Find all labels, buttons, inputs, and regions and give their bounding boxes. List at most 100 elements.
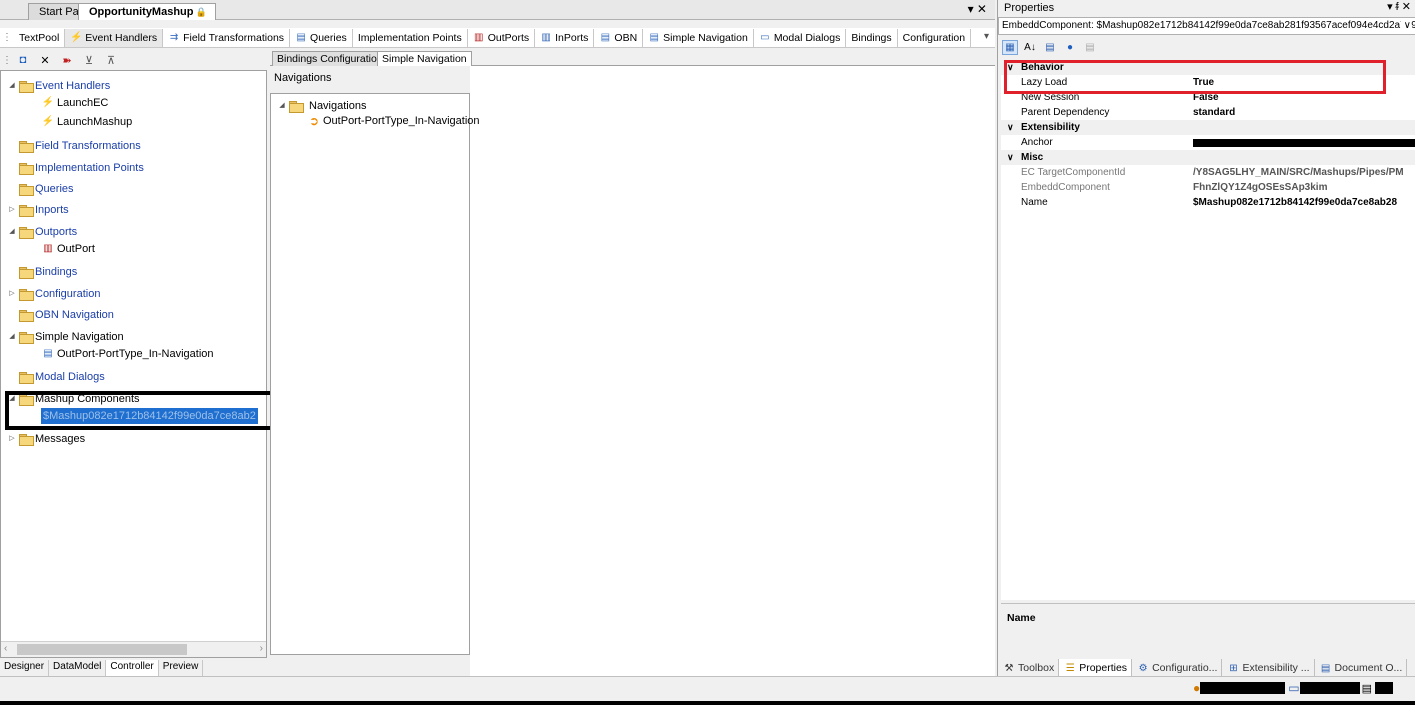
tree-node-outport[interactable]: ▥ OutPort <box>41 241 95 257</box>
nav-tree-root[interactable]: ◢ Navigations <box>277 98 366 114</box>
tab-properties[interactable]: ☰ Properties <box>1059 659 1133 677</box>
scrollbar-thumb[interactable] <box>17 644 187 655</box>
tab-outports[interactable]: ▥ OutPorts <box>468 28 536 47</box>
tab-configuration[interactable]: Configuration <box>898 28 972 47</box>
delete-icon[interactable]: ✕ <box>36 52 54 68</box>
tab-bindings-configuration[interactable]: Bindings Configuration <box>272 51 388 66</box>
property-pages-icon[interactable]: ▤ <box>1042 40 1058 55</box>
tree-node-implementation-points[interactable]: Implementation Points <box>19 160 144 176</box>
tree-node-queries[interactable]: Queries <box>19 181 74 197</box>
tab-datamodel[interactable]: DataModel <box>49 660 107 676</box>
scroll-right-icon[interactable]: › <box>260 643 263 654</box>
document-tab-controls[interactable]: ▾ ✕ <box>968 2 987 16</box>
tab-opportunity-mashup[interactable]: OpportunityMashup 🔒 <box>78 3 216 20</box>
property-anchor[interactable]: Anchor <box>1001 135 1415 150</box>
collapse-all-icon[interactable]: ⊻ <box>80 52 98 68</box>
property-value[interactable]: FhnZlQY1Z4gOSEsSAp3kim <box>1193 180 1327 195</box>
tab-inports[interactable]: ▥ InPorts <box>535 28 595 47</box>
tree-node-label: Messages <box>35 433 86 445</box>
horizontal-scrollbar[interactable]: ‹ › <box>1 641 266 657</box>
property-embedd-component[interactable]: EmbeddComponent FhnZlQY1Z4gOSEsSAp3kim <box>1001 180 1415 195</box>
tree-node-bindings[interactable]: Bindings <box>19 264 77 280</box>
tree-node-simple-navigation[interactable]: ◢ Simple Navigation <box>7 329 124 345</box>
properties-panel-controls[interactable]: ▾ ᵮ ✕ <box>1387 0 1411 13</box>
property-parent-dependency[interactable]: Parent Dependency standard <box>1001 105 1415 120</box>
category-extensibility[interactable]: ∨ Extensibility <box>1001 120 1415 135</box>
property-value[interactable]: standard <box>1193 105 1235 120</box>
category-misc[interactable]: ∨ Misc <box>1001 150 1415 165</box>
tab-designer[interactable]: Designer <box>0 660 50 676</box>
tab-controller[interactable]: Controller <box>106 660 159 676</box>
tab-toolbox[interactable]: ⚒ Toolbox <box>998 659 1060 677</box>
tab-simple-navigation[interactable]: ▤ Simple Navigation <box>643 28 754 47</box>
chevron-down-icon[interactable]: ∨ <box>1007 120 1014 135</box>
property-ec-target-component-id[interactable]: EC TargetComponentId/Y8SAG5LHY_MAIN/SRC/… <box>1001 165 1415 180</box>
tab-configuration-window[interactable]: ⚙ Configuratio... <box>1132 659 1223 677</box>
expanded-icon[interactable]: ◢ <box>7 329 17 345</box>
help-icon[interactable]: ● <box>1062 40 1078 55</box>
alphabetical-icon[interactable]: A↓ <box>1022 40 1038 55</box>
property-name-row[interactable]: Name $Mashup082e1712b84142f99e0da7ce8ab28 <box>1001 195 1415 210</box>
nav-tree-root-label: Navigations <box>309 100 367 112</box>
expanded-icon[interactable]: ◢ <box>7 224 17 240</box>
tree-node-field-transformations[interactable]: Field Transformations <box>19 138 141 154</box>
designer-mode-tabs: Designer DataModel Controller Preview <box>0 660 266 676</box>
scroll-left-icon[interactable]: ‹ <box>4 643 7 654</box>
tree-node-label: Outports <box>35 226 78 238</box>
tab-preview[interactable]: Preview <box>159 660 204 676</box>
navigation-subtabs: Bindings Configuration Simple Navigation <box>270 50 995 66</box>
tree-node-simple-nav-child[interactable]: ▤ OutPort-PortType_In-Navigation <box>41 346 213 362</box>
collapsed-icon[interactable]: ▷ <box>7 202 17 218</box>
folder-icon <box>19 80 34 93</box>
table-icon: ▤ <box>296 32 306 43</box>
tab-modal-dialogs[interactable]: ▭ Modal Dialogs <box>754 28 847 47</box>
expand-all-icon[interactable]: ⊼ <box>102 52 120 68</box>
properties-object-selector[interactable]: EmbeddComponent: $Mashup082e1712b84142f9… <box>998 17 1415 35</box>
tree-toolbar-grip-icon[interactable]: ⋮ <box>2 55 12 66</box>
tool-window-tabs: ⚒ Toolbox ☰ Properties ⚙ Configuratio... ⊞ E… <box>998 659 1415 677</box>
tree-node-launch-ec[interactable]: ⚡ LaunchEC <box>41 95 109 111</box>
tab-event-handlers[interactable]: ⚡ Event Handlers <box>65 28 164 47</box>
tree-node-inports[interactable]: ▷ Inports <box>7 202 69 218</box>
tree-node-launch-mashup[interactable]: ⚡ LaunchMashup <box>41 114 132 130</box>
chevron-down-icon[interactable]: ∨ <box>1400 18 1411 34</box>
events-icon[interactable]: ▤ <box>1082 40 1098 55</box>
outport-icon: ▥ <box>473 32 484 43</box>
status-bottom-bar <box>0 701 1415 705</box>
tree-node-outports[interactable]: ◢ Outports <box>7 224 77 240</box>
collapsed-icon[interactable]: ▷ <box>7 431 17 447</box>
chevron-down-icon[interactable]: ∨ <box>1007 150 1014 165</box>
tab-queries[interactable]: ▤ Queries <box>290 28 353 47</box>
nav-tree-child[interactable]: ➲ OutPort-PortType_In-Navigation <box>307 113 480 129</box>
tab-obn[interactable]: ▤ OBN <box>594 28 644 47</box>
tab-properties-label: Properties <box>1079 662 1128 674</box>
tab-document-outline[interactable]: ▤ Document O... <box>1315 659 1408 677</box>
property-name: EmbeddComponent <box>1021 182 1110 193</box>
expanded-icon[interactable]: ◢ <box>7 78 17 94</box>
toolbar-grip-icon[interactable]: ⋮ <box>2 32 12 43</box>
redacted-value <box>1193 139 1415 147</box>
tab-extensibility[interactable]: ⊞ Extensibility ... <box>1222 659 1315 677</box>
collapsed-icon[interactable]: ▷ <box>7 286 17 302</box>
run-icon[interactable]: ➽ <box>58 52 76 68</box>
categorized-icon[interactable]: ▦ <box>1002 39 1018 55</box>
toolbar-overflow-icon[interactable]: ▾ <box>984 31 989 42</box>
tree-node-event-handlers[interactable]: ◢ Event Handlers <box>7 78 110 94</box>
tree-toolbar: ⋮ ◘ ✕ ➽ ⊻ ⊼ <box>0 50 266 70</box>
tree-node-messages[interactable]: ▷ Messages <box>7 431 85 447</box>
tree-node-obn-navigation[interactable]: OBN Navigation <box>19 307 114 323</box>
tab-implementation-points[interactable]: Implementation Points <box>353 28 468 47</box>
property-value[interactable]: /Y8SAG5LHY_MAIN/SRC/Mashups/Pipes/PM <box>1193 165 1404 180</box>
expanded-icon[interactable]: ◢ <box>277 98 287 114</box>
folder-icon <box>19 331 34 344</box>
property-value[interactable]: $Mashup082e1712b84142f99e0da7ce8ab28 <box>1193 195 1397 210</box>
tree-node-configuration[interactable]: ▷ Configuration <box>7 286 100 302</box>
tab-bindings-label: Bindings <box>851 31 892 44</box>
lock-icon: 🔒 <box>195 7 207 17</box>
tab-field-transformations[interactable]: ⇉ Field Transformations <box>163 28 291 47</box>
tree-node-modal-dialogs[interactable]: Modal Dialogs <box>19 369 105 385</box>
tab-bindings[interactable]: Bindings <box>846 28 898 47</box>
tab-textpool[interactable]: TextPool <box>14 28 66 47</box>
add-button[interactable]: ◘ <box>14 52 32 68</box>
tab-simple-navigation-sub[interactable]: Simple Navigation <box>377 51 472 66</box>
